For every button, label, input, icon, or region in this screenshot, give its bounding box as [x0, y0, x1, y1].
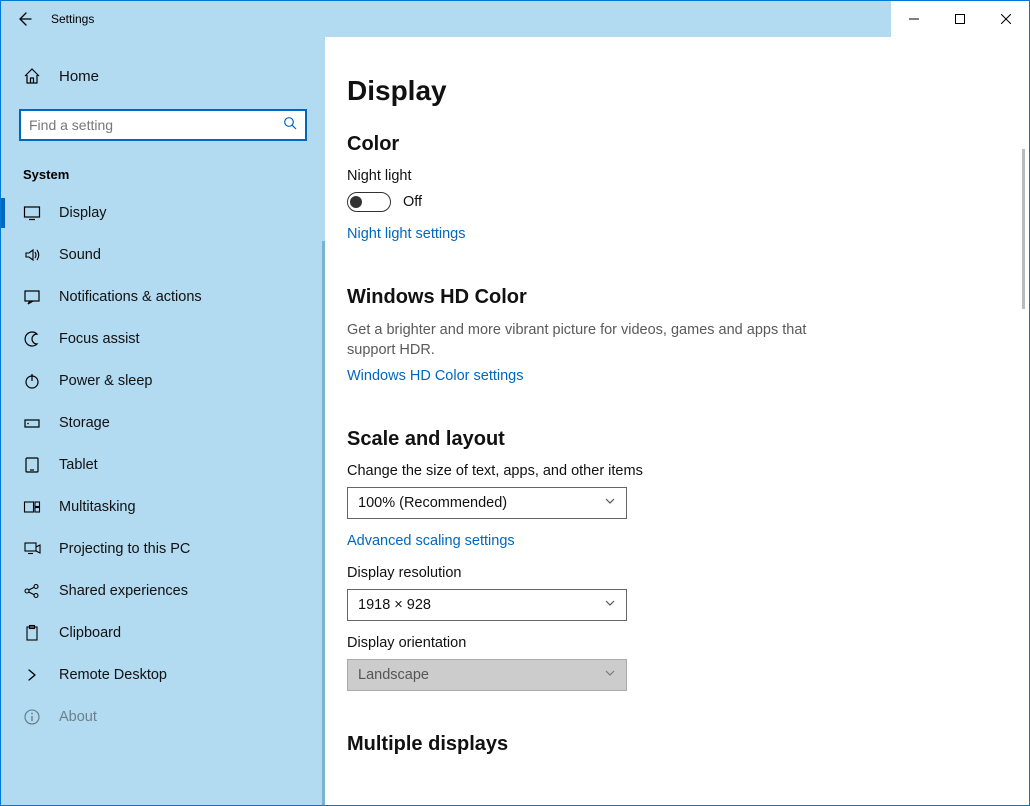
sidebar-item-clipboard[interactable]: Clipboard: [1, 612, 325, 654]
minimize-icon: [909, 14, 919, 24]
close-icon: [1001, 14, 1011, 24]
page-title: Display: [347, 75, 1029, 107]
maximize-icon: [955, 14, 965, 24]
sidebar-item-about[interactable]: About: [1, 696, 325, 738]
section-color-header: Color: [347, 133, 1029, 156]
sidebar-item-label: Multitasking: [59, 499, 136, 515]
focus-assist-icon: [23, 330, 41, 348]
storage-icon: [23, 414, 41, 432]
sidebar-item-label: Display: [59, 205, 107, 221]
clipboard-icon: [23, 624, 41, 642]
resolution-label: Display resolution: [347, 565, 1029, 581]
orientation-value: Landscape: [358, 667, 429, 683]
sidebar-item-storage[interactable]: Storage: [1, 402, 325, 444]
sidebar-item-remote-desktop[interactable]: Remote Desktop: [1, 654, 325, 696]
sidebar-item-label: Sound: [59, 247, 101, 263]
home-icon: [23, 67, 41, 85]
sidebar-item-multitasking[interactable]: Multitasking: [1, 486, 325, 528]
arrow-left-icon: [16, 11, 32, 27]
chevron-down-icon: [604, 667, 616, 683]
advanced-scaling-link[interactable]: Advanced scaling settings: [347, 533, 1029, 549]
power-icon: [23, 372, 41, 390]
sidebar-item-power-sleep[interactable]: Power & sleep: [1, 360, 325, 402]
search-input[interactable]: [19, 109, 307, 141]
shared-icon: [23, 582, 41, 600]
sidebar-section-header: System: [1, 161, 325, 192]
sidebar-item-tablet[interactable]: Tablet: [1, 444, 325, 486]
scale-dropdown[interactable]: 100% (Recommended): [347, 487, 627, 519]
tablet-icon: [23, 456, 41, 474]
projecting-icon: [23, 540, 41, 558]
title-bar: Settings: [1, 1, 1029, 37]
resolution-dropdown[interactable]: 1918 × 928: [347, 589, 627, 621]
about-icon: [23, 708, 41, 726]
maximize-button[interactable]: [937, 1, 983, 37]
sidebar-item-label: Shared experiences: [59, 583, 188, 599]
orientation-label: Display orientation: [347, 635, 1029, 651]
sidebar-item-projecting[interactable]: Projecting to this PC: [1, 528, 325, 570]
sidebar-item-label: Notifications & actions: [59, 289, 202, 305]
sidebar-item-label: Clipboard: [59, 625, 121, 641]
sidebar-item-label: About: [59, 709, 97, 725]
section-multi-header: Multiple displays: [347, 733, 1029, 756]
home-button[interactable]: Home: [1, 57, 325, 95]
search-icon: [283, 116, 297, 135]
close-button[interactable]: [983, 1, 1029, 37]
main-scrollbar[interactable]: [1022, 149, 1025, 309]
section-scale-header: Scale and layout: [347, 428, 1029, 451]
sidebar-item-label: Storage: [59, 415, 110, 431]
scale-value: 100% (Recommended): [358, 495, 507, 511]
night-light-state: Off: [403, 194, 422, 210]
sidebar-item-notifications[interactable]: Notifications & actions: [1, 276, 325, 318]
night-light-toggle[interactable]: [347, 192, 391, 212]
night-light-label: Night light: [347, 168, 1029, 184]
back-button[interactable]: [1, 1, 47, 37]
notifications-icon: [23, 288, 41, 306]
sidebar: Home System Display Sound: [1, 37, 325, 805]
chevron-down-icon: [604, 495, 616, 511]
display-icon: [23, 204, 41, 222]
home-label: Home: [59, 68, 99, 85]
sidebar-item-sound[interactable]: Sound: [1, 234, 325, 276]
sidebar-item-label: Tablet: [59, 457, 98, 473]
hd-color-settings-link[interactable]: Windows HD Color settings: [347, 368, 1029, 384]
night-light-settings-link[interactable]: Night light settings: [347, 226, 1029, 242]
chevron-down-icon: [604, 597, 616, 613]
sidebar-item-display[interactable]: Display: [1, 192, 325, 234]
remote-desktop-icon: [23, 666, 41, 684]
sidebar-item-focus-assist[interactable]: Focus assist: [1, 318, 325, 360]
scale-label: Change the size of text, apps, and other…: [347, 463, 1029, 479]
sound-icon: [23, 246, 41, 264]
section-hd-header: Windows HD Color: [347, 286, 1029, 309]
resolution-value: 1918 × 928: [358, 597, 431, 613]
hd-description: Get a brighter and more vibrant picture …: [347, 321, 807, 360]
search-field[interactable]: [29, 117, 283, 133]
minimize-button[interactable]: [891, 1, 937, 37]
sidebar-item-shared-experiences[interactable]: Shared experiences: [1, 570, 325, 612]
sidebar-item-label: Projecting to this PC: [59, 541, 190, 557]
orientation-dropdown: Landscape: [347, 659, 627, 691]
sidebar-item-label: Power & sleep: [59, 373, 153, 389]
sidebar-item-label: Remote Desktop: [59, 667, 167, 683]
sidebar-item-label: Focus assist: [59, 331, 140, 347]
multitasking-icon: [23, 498, 41, 516]
window-title: Settings: [47, 12, 94, 26]
main-content: Display Color Night light Off Night ligh…: [325, 37, 1029, 805]
